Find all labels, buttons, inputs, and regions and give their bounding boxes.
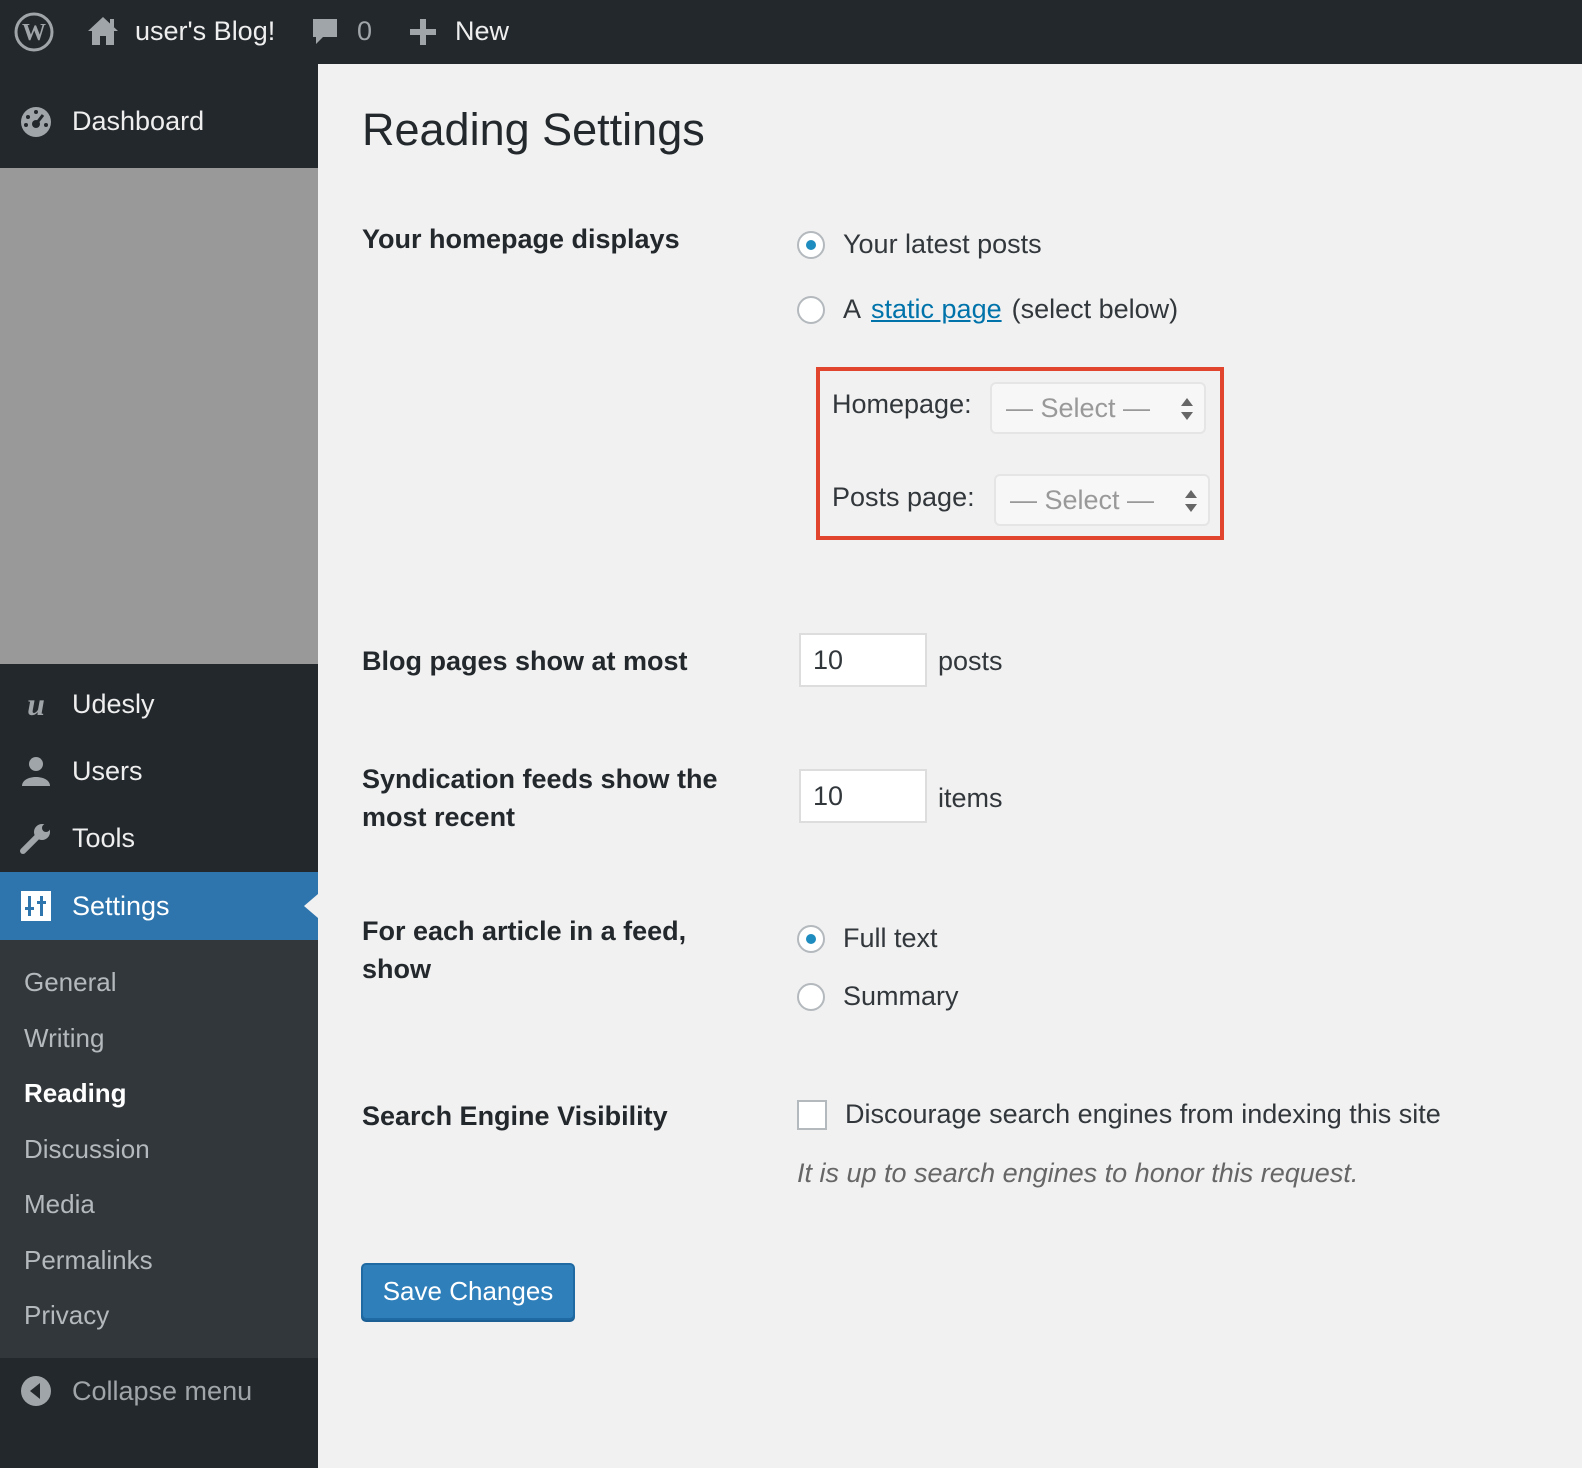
sidebar-empty-region [0, 168, 318, 664]
radio-static-page-row[interactable]: A static page (select below) [797, 294, 1178, 325]
search-visibility-description: It is up to search engines to honor this… [797, 1158, 1359, 1188]
feed-article-label-line2: show [362, 954, 432, 984]
sidebar-item-settings[interactable]: Settings [0, 872, 318, 940]
wrench-icon [18, 820, 54, 856]
svg-text:u: u [27, 687, 45, 721]
feed-items-value: 10 [813, 780, 844, 811]
save-changes-button[interactable]: Save Changes [361, 1263, 575, 1320]
sidebar-item-label: Dashboard [72, 105, 205, 136]
discourage-search-row[interactable]: Discourage search engines from indexing … [797, 1099, 1441, 1130]
feed-items-input[interactable]: 10 [799, 769, 927, 823]
sidebar-item-label: Users [72, 755, 143, 786]
radio-full-text-label: Full text [843, 923, 938, 953]
submenu-item-media[interactable]: Media [24, 1189, 95, 1220]
sidebar-item-dashboard[interactable]: Dashboard [0, 88, 318, 154]
posts-unit-label: posts [938, 646, 1003, 676]
feed-article-label-line1: For each article in a feed, [362, 916, 687, 946]
radio-summary-row[interactable]: Summary [797, 981, 959, 1012]
homepage-select-value: — Select — [1006, 392, 1151, 423]
radio-latest-posts[interactable] [797, 230, 825, 259]
static-page-link[interactable]: static page [871, 294, 1002, 325]
current-menu-arrow [304, 894, 318, 918]
udesly-logo-icon: u [18, 686, 54, 722]
radio-summary-label: Summary [843, 981, 959, 1011]
submenu-item-privacy[interactable]: Privacy [24, 1300, 109, 1331]
feed-article-label: For each article in a feed, show [362, 912, 686, 988]
plus-icon[interactable] [408, 17, 438, 47]
radio-static-page[interactable] [797, 295, 825, 324]
discourage-search-label: Discourage search engines from indexing … [845, 1099, 1441, 1129]
radio-latest-posts-row[interactable]: Your latest posts [797, 229, 1042, 260]
homepage-displays-label: Your homepage displays [362, 224, 680, 254]
radio-latest-posts-label: Your latest posts [843, 229, 1042, 259]
radio-static-page-prefix: A [843, 294, 862, 324]
sidebar-item-tools[interactable]: Tools [0, 805, 318, 871]
radio-static-page-suffix: (select below) [1011, 294, 1179, 324]
submenu-item-general[interactable]: General [24, 967, 117, 998]
homepage-select[interactable]: — Select — [990, 382, 1206, 434]
sidebar-item-label: Udesly [72, 688, 155, 719]
submenu-item-permalinks[interactable]: Permalinks [24, 1245, 153, 1276]
homepage-select-label: Homepage: [832, 389, 972, 419]
sidebar-item-label: Collapse menu [72, 1375, 253, 1406]
radio-full-text[interactable] [797, 924, 825, 953]
radio-full-text-row[interactable]: Full text [797, 923, 938, 954]
comment-icon[interactable] [310, 16, 340, 48]
sidebar-item-udesly[interactable]: u Udesly [0, 671, 318, 737]
site-name-link[interactable]: user's Blog! [135, 16, 275, 47]
svg-text:W: W [22, 20, 46, 46]
collapse-menu-button[interactable]: Collapse menu [0, 1358, 318, 1424]
submenu-item-discussion[interactable]: Discussion [24, 1134, 150, 1165]
posts-page-select-label: Posts page: [832, 482, 975, 512]
posts-page-select-value: — Select — [1010, 484, 1155, 515]
search-visibility-label: Search Engine Visibility [362, 1101, 668, 1131]
page-title: Reading Settings [362, 104, 705, 155]
submenu-item-writing[interactable]: Writing [24, 1023, 104, 1054]
discourage-search-checkbox[interactable] [797, 1099, 827, 1130]
home-icon[interactable] [86, 14, 120, 48]
blog-pages-label: Blog pages show at most [362, 646, 688, 676]
submenu-item-reading[interactable]: Reading [24, 1078, 127, 1109]
select-arrows-icon [1181, 398, 1193, 420]
admin-bar: W user's Blog! 0 New [0, 0, 1582, 64]
items-unit-label: items [938, 783, 1003, 813]
dashboard-gauge-icon [18, 103, 54, 139]
syndication-label: Syndication feeds show the most recent [362, 760, 718, 836]
user-icon [18, 753, 54, 789]
collapse-arrow-icon [18, 1373, 54, 1409]
posts-per-page-value: 10 [813, 644, 844, 675]
comment-count[interactable]: 0 [357, 16, 372, 47]
posts-per-page-input[interactable]: 10 [799, 633, 927, 687]
select-arrows-icon [1185, 490, 1197, 512]
admin-sidebar: Dashboard u Udesly Users Tools Settings … [0, 64, 318, 1468]
sidebar-item-label: Settings [72, 890, 170, 921]
radio-summary[interactable] [797, 982, 825, 1011]
sidebar-item-users[interactable]: Users [0, 738, 318, 804]
wordpress-logo-icon[interactable]: W [14, 12, 54, 52]
settings-sliders-icon [18, 888, 54, 924]
posts-page-select[interactable]: — Select — [994, 474, 1210, 526]
syndication-label-line2: most recent [362, 802, 516, 832]
settings-submenu: General Writing Reading Discussion Media… [0, 940, 318, 1358]
sidebar-item-label: Tools [72, 822, 136, 853]
new-content-link[interactable]: New [455, 16, 509, 47]
syndication-label-line1: Syndication feeds show the [362, 764, 718, 794]
